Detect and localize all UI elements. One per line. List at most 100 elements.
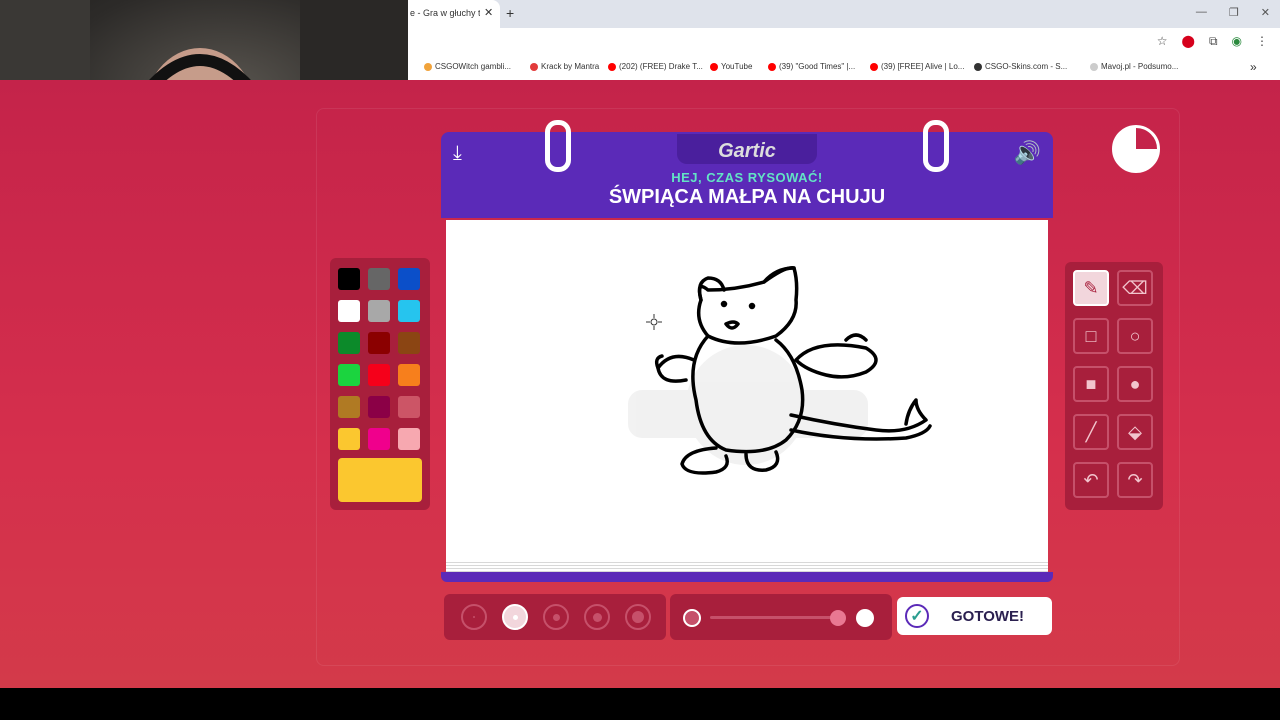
- brush-size-panel: [444, 594, 666, 640]
- brush-size-button[interactable]: [543, 604, 569, 630]
- color-swatch[interactable]: [398, 300, 420, 322]
- ellipse-outline-icon: ○: [1129, 325, 1141, 346]
- color-swatch[interactable]: [338, 428, 360, 450]
- paper-edge: [446, 560, 1048, 572]
- notebook-ring: [545, 120, 571, 172]
- color-swatch[interactable]: [338, 268, 360, 290]
- bookmark-favicon-icon: [768, 62, 776, 71]
- ellipse-fill-tool-button[interactable]: ●: [1117, 366, 1153, 402]
- opacity-slider-track[interactable]: [710, 616, 838, 619]
- brush-size-dot-icon: [632, 611, 644, 623]
- minimize-icon[interactable]: —: [1196, 6, 1207, 19]
- restore-icon[interactable]: ❐: [1229, 6, 1239, 19]
- download-icon[interactable]: ⤓: [453, 142, 462, 165]
- browser-tab[interactable]: e - Gra w głuchy tel ✕: [408, 0, 500, 28]
- fill-bucket-icon: ⬙: [1128, 421, 1142, 442]
- color-swatch[interactable]: [398, 332, 420, 354]
- bookmark-label: Krack by Mantra: [541, 62, 600, 71]
- rectangle-fill-tool-button[interactable]: ■: [1073, 366, 1109, 402]
- bookmark-favicon-icon: [424, 62, 432, 71]
- line-tool-button[interactable]: ╱: [1073, 414, 1109, 450]
- bookmark-label: (39) "Good Times" |...: [779, 62, 856, 71]
- pencil-tool-button[interactable]: ✎: [1073, 270, 1109, 306]
- bookmark-item[interactable]: CSGOWitch gambli...: [424, 62, 511, 71]
- menu-icon[interactable]: ⋮: [1256, 34, 1268, 49]
- color-swatch[interactable]: [338, 332, 360, 354]
- bookmark-item[interactable]: Mavoj.pl - Podsumo...: [1090, 62, 1178, 71]
- star-icon[interactable]: ☆: [1157, 34, 1168, 49]
- bookmarks-more-icon[interactable]: »: [1250, 60, 1257, 74]
- color-swatch[interactable]: [368, 396, 390, 418]
- brush-size-button[interactable]: [502, 604, 528, 630]
- color-swatch[interactable]: [368, 364, 390, 386]
- brush-size-button[interactable]: [625, 604, 651, 630]
- new-tab-button[interactable]: +: [506, 5, 514, 21]
- opacity-panel: [670, 594, 892, 640]
- bookmark-item[interactable]: YouTube: [710, 62, 752, 71]
- tool-panel: ✎ ⌫ □ ○ ■ ● ╱ ⬙ ↶ ↷: [1065, 262, 1163, 510]
- color-swatch[interactable]: [398, 364, 420, 386]
- bookmark-favicon-icon: [710, 62, 718, 71]
- bookmark-label: (39) [FREE] Alive | Lo...: [881, 62, 965, 71]
- ellipse-outline-tool-button[interactable]: ○: [1117, 318, 1153, 354]
- done-button[interactable]: ✓ GOTOWE!: [897, 597, 1052, 635]
- rectangle-outline-icon: □: [1085, 325, 1097, 346]
- eraser-icon: ⌫: [1122, 277, 1148, 298]
- bookmark-label: YouTube: [721, 62, 753, 71]
- redo-tool-button[interactable]: ↷: [1117, 462, 1153, 498]
- bookmark-item[interactable]: Krack by Mantra: [530, 62, 599, 71]
- bookmark-item[interactable]: (202) (FREE) Drake T...: [608, 62, 703, 71]
- bookmark-favicon-icon: [1090, 62, 1098, 71]
- bookmark-favicon-icon: [608, 62, 616, 71]
- bookmark-favicon-icon: [974, 62, 982, 71]
- color-swatch[interactable]: [338, 364, 360, 386]
- brush-size-button[interactable]: [461, 604, 487, 630]
- color-swatch[interactable]: [398, 396, 420, 418]
- bookmark-item[interactable]: CSGO-Skins.com - S...: [974, 62, 1067, 71]
- window-controls: — ❐ ✕: [1196, 6, 1270, 19]
- bookmark-label: Mavoj.pl - Podsumo...: [1101, 62, 1179, 71]
- brush-size-button[interactable]: [584, 604, 610, 630]
- bookmark-item[interactable]: (39) "Good Times" |...: [768, 62, 855, 71]
- color-swatch[interactable]: [398, 428, 420, 450]
- tab-title: e - Gra w głuchy tel: [410, 8, 480, 18]
- opera-extension-icon[interactable]: ⬤: [1182, 34, 1195, 49]
- black-bottom-bar: [0, 688, 1280, 720]
- brush-size-dot-icon: [552, 613, 560, 621]
- profile-icon[interactable]: ◉: [1232, 34, 1242, 49]
- done-button-label: GOTOWE!: [951, 607, 1025, 625]
- browser-toolbar: ☆ ⬤ ⧉ ◉ ⋮: [408, 28, 1280, 56]
- draw-subtitle: HEJ, CZAS RYSOWAĆ!: [671, 170, 823, 185]
- color-swatch[interactable]: [368, 300, 390, 322]
- bookmark-label: (202) (FREE) Drake T...: [619, 62, 703, 71]
- volume-icon[interactable]: 🔊: [1014, 140, 1041, 166]
- puzzle-icon[interactable]: ⧉: [1209, 34, 1218, 49]
- selected-color: [338, 458, 422, 502]
- notebook-bottom: [441, 572, 1053, 582]
- fill-bucket-tool-button[interactable]: ⬙: [1117, 414, 1153, 450]
- color-swatch[interactable]: [338, 396, 360, 418]
- bookmark-favicon-icon: [530, 62, 538, 71]
- opacity-low-icon: [683, 609, 701, 627]
- opacity-slider-handle[interactable]: [830, 610, 846, 626]
- drawing-canvas[interactable]: [446, 220, 1048, 560]
- brush-size-dot-icon: [592, 612, 602, 622]
- eraser-tool-button[interactable]: ⌫: [1117, 270, 1153, 306]
- undo-tool-button[interactable]: ↶: [1073, 462, 1109, 498]
- notebook-ring: [923, 120, 949, 172]
- close-icon[interactable]: ✕: [484, 6, 493, 19]
- drawing-notebook: ⤓ Gartic 🔊 HEJ, CZAS RYSOWAĆ! ŚWPIĄCA MA…: [441, 120, 1053, 582]
- bookmark-item[interactable]: (39) [FREE] Alive | Lo...: [870, 62, 964, 71]
- color-swatch[interactable]: [368, 428, 390, 450]
- rectangle-outline-tool-button[interactable]: □: [1073, 318, 1109, 354]
- browser-tabbar: e - Gra w głuchy tel ✕ + — ❐ ✕: [408, 0, 1280, 28]
- ellipse-fill-icon: ●: [1129, 373, 1141, 394]
- gartic-logo: Gartic: [677, 134, 817, 164]
- color-swatch[interactable]: [338, 300, 360, 322]
- window-close-icon[interactable]: ✕: [1261, 6, 1270, 19]
- line-icon: ╱: [1085, 421, 1097, 442]
- color-swatch[interactable]: [368, 268, 390, 290]
- color-swatch[interactable]: [368, 332, 390, 354]
- pencil-icon: ✎: [1083, 277, 1099, 298]
- color-swatch[interactable]: [398, 268, 420, 290]
